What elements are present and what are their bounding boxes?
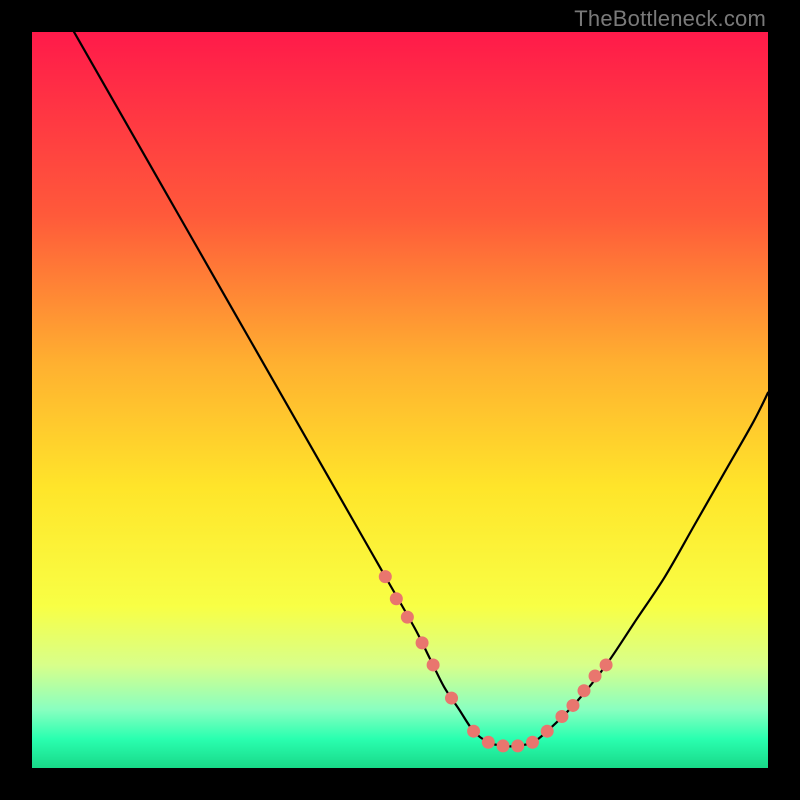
highlight-dot	[467, 725, 480, 738]
plot-area	[32, 32, 768, 768]
curve-layer	[32, 32, 768, 768]
highlight-dot	[497, 739, 510, 752]
highlight-dot	[578, 684, 591, 697]
highlight-dot	[390, 592, 403, 605]
highlight-dot	[427, 658, 440, 671]
highlight-dot	[401, 611, 414, 624]
bottleneck-curve	[32, 32, 768, 746]
highlight-dot	[589, 670, 602, 683]
highlight-dot	[445, 692, 458, 705]
highlight-dot	[379, 570, 392, 583]
highlight-dot	[555, 710, 568, 723]
highlight-dot	[416, 636, 429, 649]
highlight-dot	[600, 658, 613, 671]
highlight-dot	[566, 699, 579, 712]
highlight-dot	[526, 736, 539, 749]
highlight-dot	[541, 725, 554, 738]
highlight-dots	[379, 570, 613, 752]
highlight-dot	[511, 739, 524, 752]
watermark-text: TheBottleneck.com	[574, 6, 766, 32]
chart-container: TheBottleneck.com	[0, 0, 800, 800]
highlight-dot	[482, 736, 495, 749]
